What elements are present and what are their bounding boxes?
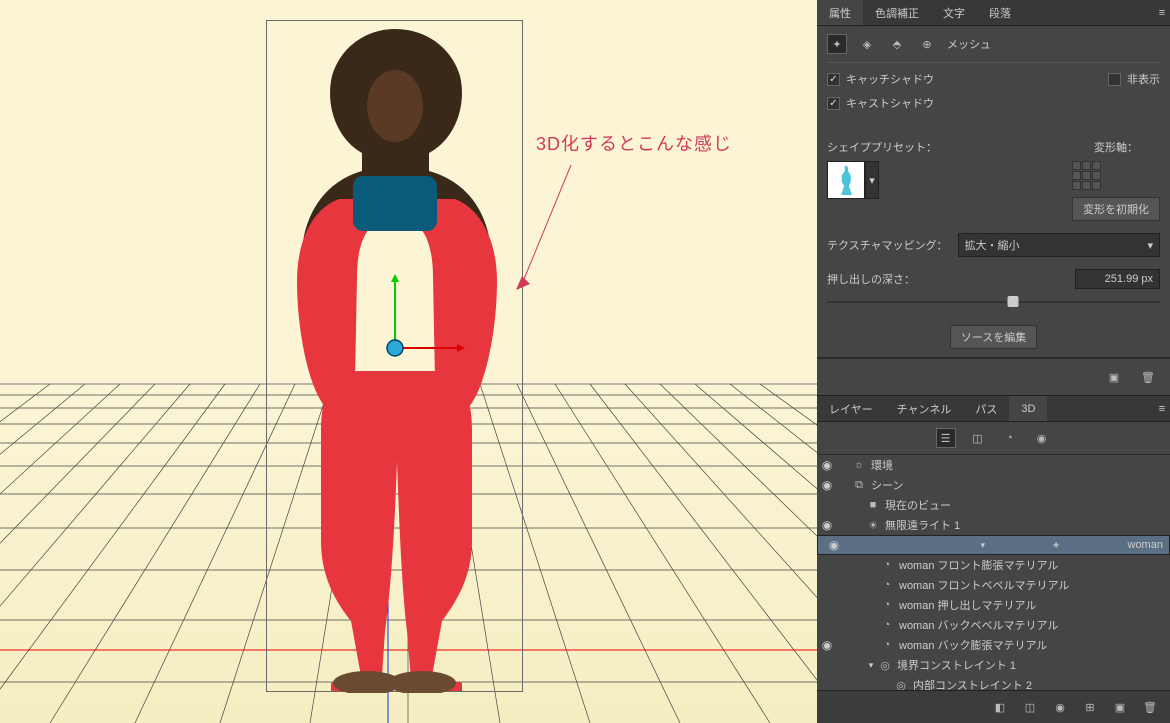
render-icon[interactable]: ▣ xyxy=(1104,367,1124,387)
material-icon: ◔ xyxy=(879,559,895,571)
tab-layers[interactable]: レイヤー xyxy=(817,396,885,421)
row-material[interactable]: ◔woman フロントベベルマテリアル xyxy=(817,575,1170,595)
tab-channels[interactable]: チャンネル xyxy=(885,396,964,421)
trash-icon[interactable]: 🗑 xyxy=(1138,367,1158,387)
row-infinite-light[interactable]: ◉☀無限遠ライト 1 xyxy=(817,515,1170,535)
material-icon: ◔ xyxy=(879,619,895,631)
texture-mapping-select[interactable]: 拡大・縮小▾ xyxy=(958,233,1160,257)
mesh-label: メッシュ xyxy=(947,36,991,52)
catch-shadow-label: キャッチシャドウ xyxy=(846,71,934,87)
row-scene[interactable]: ◉⧉シーン xyxy=(817,475,1170,495)
row-environment[interactable]: ◉☼環境 xyxy=(817,455,1170,475)
scene-footer: ◧ ◫ ◉ ⊞ ▣ 🗑 xyxy=(817,690,1170,723)
constraint-icon: ◎ xyxy=(893,679,909,691)
reset-deform-button[interactable]: 変形を初期化 xyxy=(1072,197,1160,221)
chevron-down-icon: ▾ xyxy=(1147,239,1153,252)
row-constraint[interactable]: ▾◎境界コンストレイント 1 xyxy=(817,655,1170,675)
hide-label: 非表示 xyxy=(1127,71,1160,87)
filter-material-icon[interactable]: ◔ xyxy=(1000,428,1020,448)
constraint-icon: ◎ xyxy=(877,659,893,672)
render-icon[interactable]: ▣ xyxy=(1110,697,1130,717)
camera-icon: ■ xyxy=(865,499,881,511)
light-icon: ☀ xyxy=(865,519,881,532)
right-panels: 属性 色調補正 文字 段落 ≡ ✦ ◈ ⬘ ⊕ メッシュ キャッチシャドウ キャ… xyxy=(817,0,1170,723)
coord-mode-icon[interactable]: ⊕ xyxy=(917,34,937,54)
eye-icon[interactable]: ◉ xyxy=(817,638,837,652)
filter-mesh-icon[interactable]: ◫ xyxy=(968,428,988,448)
row-material[interactable]: ◉◔woman バック膨張マテリアル xyxy=(817,635,1170,655)
eye-icon[interactable]: ◉ xyxy=(817,458,837,472)
filter-scene-icon[interactable]: ☰ xyxy=(936,428,956,448)
deform-mode-icon[interactable]: ◈ xyxy=(857,34,877,54)
transform-gizmo[interactable] xyxy=(375,270,465,360)
row-current-view[interactable]: ■現在のビュー xyxy=(817,495,1170,515)
env-icon: ☼ xyxy=(851,459,867,471)
cap-mode-icon[interactable]: ⬘ xyxy=(887,34,907,54)
eye-icon[interactable]: ◉ xyxy=(817,518,837,532)
viewport-3d[interactable]: 3D化するとこんな感じ xyxy=(0,0,817,723)
filter-light-icon[interactable]: ◉ xyxy=(1032,428,1052,448)
properties-panel: ✦ ◈ ⬘ ⊕ メッシュ キャッチシャドウ キャストシャドウ 非表示 シェイププ… xyxy=(817,26,1170,358)
annotation-text: 3D化するとこんな感じ xyxy=(536,130,732,156)
cast-shadow-check[interactable] xyxy=(827,97,840,110)
extrude-depth-label: 押し出しの深さ： xyxy=(827,271,915,287)
properties-tabs: 属性 色調補正 文字 段落 ≡ xyxy=(817,0,1170,26)
tab-3d[interactable]: 3D xyxy=(1009,396,1047,421)
new-light-icon[interactable]: ◉ xyxy=(1050,697,1070,717)
deform-axis-grid[interactable] xyxy=(1072,161,1102,191)
shape-preset-thumb[interactable] xyxy=(827,161,865,199)
footer-icon[interactable]: ◫ xyxy=(1020,697,1040,717)
tab-adjustments[interactable]: 色調補正 xyxy=(863,0,931,25)
shape-preset-dropdown[interactable]: ▾ xyxy=(865,161,879,199)
disclosure-icon[interactable]: ▾ xyxy=(865,660,877,671)
material-icon: ◔ xyxy=(879,599,895,611)
row-material[interactable]: ◔woman 押し出しマテリアル xyxy=(817,595,1170,615)
extrude-depth-slider[interactable] xyxy=(827,295,1160,309)
texture-mapping-label: テクスチャマッピング： xyxy=(827,237,948,253)
footer-icon[interactable]: ◧ xyxy=(990,697,1010,717)
disclosure-icon[interactable]: ▾ xyxy=(977,540,989,551)
material-icon: ◔ xyxy=(879,579,895,591)
eye-icon[interactable]: ◉ xyxy=(817,478,837,492)
material-icon: ◔ xyxy=(879,639,895,651)
tab-paths[interactable]: パス xyxy=(963,396,1009,421)
row-material[interactable]: ◔woman フロント膨張マテリアル xyxy=(817,555,1170,575)
scene-tree[interactable]: ◉☼環境 ◉⧉シーン ■現在のビュー ◉☀無限遠ライト 1 ◉▾✦woman ◔… xyxy=(817,455,1170,690)
tab-character[interactable]: 文字 xyxy=(931,0,977,25)
edit-source-button[interactable]: ソースを編集 xyxy=(950,325,1037,349)
layers-tabs: レイヤー チャンネル パス 3D ≡ xyxy=(817,396,1170,422)
mesh-mode-icon[interactable]: ✦ xyxy=(827,34,847,54)
panel-menu-icon[interactable]: ≡ xyxy=(1154,0,1170,25)
mesh-icon: ✦ xyxy=(1048,539,1064,552)
hide-check[interactable] xyxy=(1108,73,1121,86)
eye-icon[interactable]: ◉ xyxy=(824,538,844,552)
row-constraint[interactable]: ◎内部コンストレイント 2 xyxy=(817,675,1170,690)
cast-shadow-label: キャストシャドウ xyxy=(846,95,934,111)
footer-icon[interactable]: ⊞ xyxy=(1080,697,1100,717)
deform-axis-label: 変形軸： xyxy=(1072,139,1160,155)
extrude-depth-value[interactable]: 251.99 px xyxy=(1075,269,1160,289)
tab-properties[interactable]: 属性 xyxy=(817,0,863,25)
tab-paragraph[interactable]: 段落 xyxy=(977,0,1023,25)
row-woman[interactable]: ◉▾✦woman xyxy=(817,535,1170,555)
row-material[interactable]: ◔woman バックベベルマテリアル xyxy=(817,615,1170,635)
catch-shadow-check[interactable] xyxy=(827,73,840,86)
shape-preset-label: シェイププリセット： xyxy=(827,139,937,155)
scene-icon: ⧉ xyxy=(851,479,867,492)
panel-menu-icon[interactable]: ≡ xyxy=(1154,396,1170,421)
trash-icon[interactable]: 🗑 xyxy=(1140,697,1160,717)
annotation-arrow xyxy=(516,160,576,290)
